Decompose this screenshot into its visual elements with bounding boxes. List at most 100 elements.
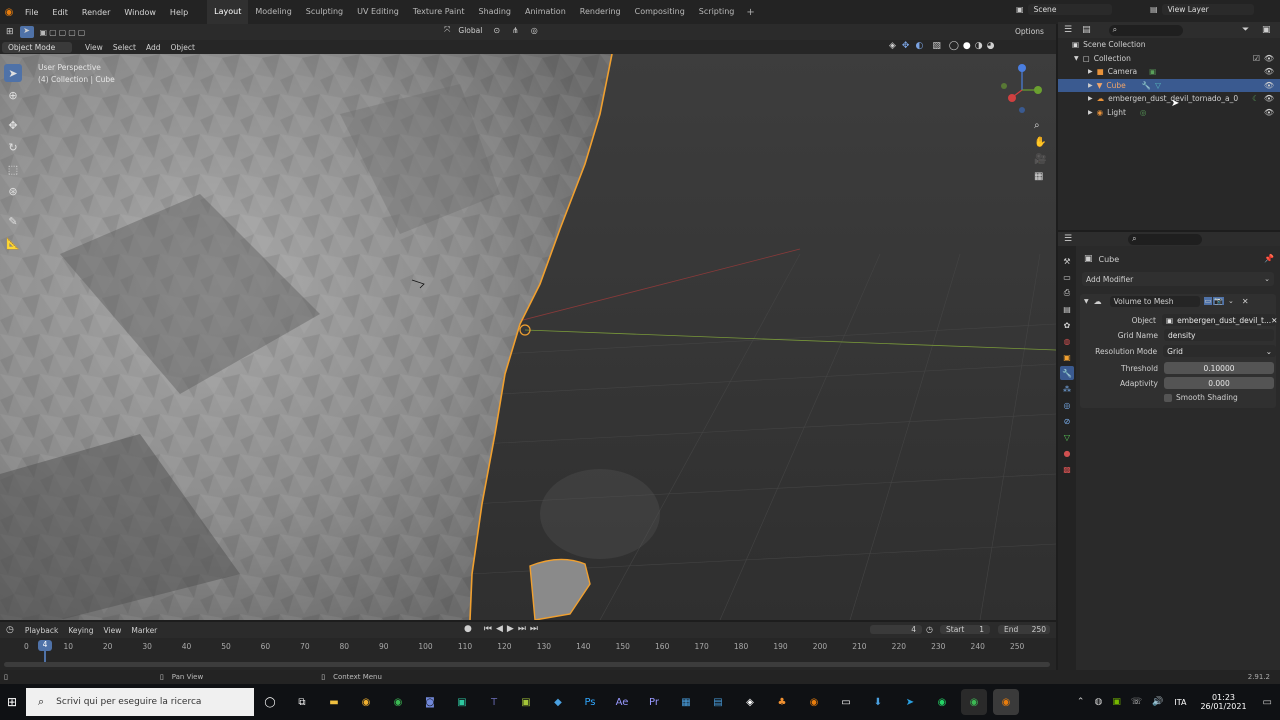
output-tab-icon[interactable]: ⎙ bbox=[1060, 286, 1074, 300]
snap-icon[interactable]: ⋔ bbox=[512, 26, 519, 35]
app-download-icon[interactable]: ⬇ bbox=[865, 689, 891, 715]
object-tab-icon[interactable]: ▣ bbox=[1060, 350, 1074, 364]
adaptivity-field[interactable]: 0.000 bbox=[1164, 377, 1274, 389]
unity-icon[interactable]: ◈ bbox=[737, 689, 763, 715]
properties-editor-icon[interactable]: ☰ bbox=[1058, 234, 1078, 244]
menu-edit[interactable]: Edit bbox=[45, 8, 75, 17]
outliner-item-cube[interactable]: ▶ ▼ Cube 🔧 ▽ 👁 bbox=[1058, 78, 1280, 92]
start-frame-field[interactable]: Start 1 bbox=[940, 625, 990, 634]
file-explorer-icon[interactable]: ▬ bbox=[321, 689, 347, 715]
tab-uv-editing[interactable]: UV Editing bbox=[350, 0, 406, 24]
volume-icon[interactable]: 🔊 bbox=[1152, 697, 1163, 707]
zoom-icon[interactable]: ⌕ bbox=[1034, 120, 1046, 131]
outliner-item-camera[interactable]: ▶ ■ Camera ▣ 👁 bbox=[1058, 65, 1280, 79]
tab-rendering[interactable]: Rendering bbox=[573, 0, 628, 24]
expand-icon[interactable]: ▶ bbox=[1088, 82, 1093, 89]
terminal-icon[interactable]: ▭ bbox=[833, 689, 859, 715]
prev-keyframe-icon[interactable]: ◀ bbox=[496, 624, 507, 634]
calculator-icon[interactable]: ▦ bbox=[673, 689, 699, 715]
expand-icon[interactable]: ▶ bbox=[1088, 109, 1093, 116]
texture-tab-icon[interactable]: ▩ bbox=[1060, 462, 1074, 476]
menu-help[interactable]: Help bbox=[163, 8, 195, 17]
select-mode-icons[interactable]: ▣▢▢▢▢ bbox=[40, 28, 88, 37]
rotate-tool-icon[interactable]: ↻ bbox=[4, 138, 22, 156]
material-shading-icon[interactable]: ◑ bbox=[975, 41, 983, 51]
tab-animation[interactable]: Animation bbox=[518, 0, 573, 24]
menu-object[interactable]: Object bbox=[165, 43, 199, 52]
chrome-canary-icon[interactable]: ◉ bbox=[353, 689, 379, 715]
scene-selector[interactable]: Scene bbox=[1027, 4, 1112, 15]
outliner-search-field[interactable]: ⌕ bbox=[1108, 24, 1183, 36]
scale-tool-icon[interactable]: ⬚ bbox=[4, 160, 22, 178]
notifications-icon[interactable]: ▭ bbox=[1263, 697, 1272, 708]
whatsapp-icon[interactable]: ◉ bbox=[929, 689, 955, 715]
eye-icon[interactable]: 👁 bbox=[1264, 81, 1274, 90]
annotate-tool-icon[interactable]: ✎ bbox=[4, 212, 22, 230]
navigation-gizmo[interactable] bbox=[996, 60, 1052, 116]
eye-icon[interactable]: 👁 bbox=[1264, 67, 1274, 76]
windows-start-icon[interactable]: ⊞ bbox=[0, 695, 24, 709]
pivot-icon[interactable]: ⊙ bbox=[493, 26, 500, 35]
tray-app-icon[interactable]: ◍ bbox=[1094, 697, 1102, 707]
render-tab-icon[interactable]: ▭ bbox=[1060, 270, 1074, 284]
discord-icon[interactable]: ◙ bbox=[417, 689, 443, 715]
cursor-tool-icon[interactable]: ⊕ bbox=[4, 86, 22, 104]
cortana-icon[interactable]: ◯ bbox=[257, 689, 283, 715]
new-collection-icon[interactable]: ▣ bbox=[1262, 25, 1271, 35]
pan-hand-icon[interactable]: ✋ bbox=[1034, 137, 1046, 148]
expand-icon[interactable]: ▶ bbox=[1088, 95, 1093, 102]
network-icon[interactable]: ☏ bbox=[1131, 697, 1142, 707]
editmode-toggle-icon[interactable]: ▭ bbox=[1203, 297, 1213, 305]
scene-collection-row[interactable]: ▣ Scene Collection bbox=[1058, 38, 1280, 52]
clock-icon[interactable]: ◷ bbox=[926, 625, 933, 634]
menu-view[interactable]: View bbox=[80, 43, 108, 52]
solid-shading-icon[interactable]: ● bbox=[963, 41, 971, 51]
object-mode-dropdown[interactable]: Object Mode bbox=[2, 41, 72, 53]
select-box-tool-icon[interactable]: ➤ bbox=[4, 64, 22, 82]
tab-scripting[interactable]: Scripting bbox=[692, 0, 742, 24]
next-keyframe-icon[interactable]: ⏭ bbox=[518, 624, 530, 634]
transform-tool-icon[interactable]: ⊛ bbox=[4, 182, 22, 200]
overlay-icon[interactable]: ◐ bbox=[915, 41, 923, 51]
menu-render[interactable]: Render bbox=[75, 8, 117, 17]
tab-compositing[interactable]: Compositing bbox=[628, 0, 692, 24]
task-view-icon[interactable]: ⧉ bbox=[289, 689, 315, 715]
timeline-scrollbar[interactable] bbox=[4, 662, 1050, 667]
teams-icon[interactable]: T bbox=[481, 689, 507, 715]
collection-row[interactable]: ▼ ▢ Collection ☑ 👁 bbox=[1058, 52, 1280, 66]
object-field[interactable]: ▣ embergen_dust_devil_t... ✕ bbox=[1162, 314, 1277, 326]
menu-keying[interactable]: Keying bbox=[63, 626, 98, 635]
taskbar-search-box[interactable]: ⌕ Scrivi qui per eseguire la ricerca bbox=[26, 688, 254, 716]
outliner-editor-icon[interactable]: ☰ bbox=[1058, 25, 1078, 35]
3d-viewport[interactable]: User Perspective (4) Collection | Cube ➤… bbox=[0, 54, 1056, 620]
properties-search-field[interactable]: ⌕ bbox=[1128, 233, 1203, 245]
clear-icon[interactable]: ✕ bbox=[1271, 316, 1277, 325]
after-effects-icon[interactable]: Ae bbox=[609, 689, 635, 715]
jump-end-icon[interactable]: ⏭ bbox=[530, 624, 542, 634]
display-mode-icon[interactable]: ▤ bbox=[1078, 25, 1095, 35]
world-tab-icon[interactable]: ◍ bbox=[1060, 334, 1074, 348]
xray-icon[interactable]: ▧ bbox=[932, 41, 941, 51]
pin-icon[interactable]: 📌 bbox=[1264, 254, 1274, 263]
modifier-menu-chevron-icon[interactable]: ⌄ bbox=[1228, 297, 1234, 305]
calendar-icon[interactable]: ▤ bbox=[705, 689, 731, 715]
measure-tool-icon[interactable]: 📐 bbox=[4, 234, 22, 252]
menu-marker[interactable]: Marker bbox=[126, 626, 162, 635]
premiere-icon[interactable]: Pr bbox=[641, 689, 667, 715]
threshold-field[interactable]: 0.10000 bbox=[1164, 362, 1274, 374]
scene-icon[interactable]: ▣ bbox=[1016, 5, 1024, 14]
current-frame-field[interactable]: 4 bbox=[870, 625, 922, 634]
view-layer-tab-icon[interactable]: ▤ bbox=[1060, 302, 1074, 316]
camera-view-icon[interactable]: 🎥 bbox=[1034, 154, 1046, 165]
expand-icon[interactable]: ▼ bbox=[1074, 55, 1079, 62]
select-tool-icon[interactable]: ➤ bbox=[19, 26, 34, 38]
constraints-tab-icon[interactable]: ⊘ bbox=[1060, 414, 1074, 428]
visibility-icon[interactable]: ◈ bbox=[889, 41, 896, 51]
modifier-tab-icon[interactable]: 🔧 bbox=[1060, 366, 1074, 380]
outliner-item-light[interactable]: ▶ ◉ Light ◎ 👁 bbox=[1058, 106, 1280, 120]
telegram-icon[interactable]: ➤ bbox=[897, 689, 923, 715]
timeline-editor-icon[interactable]: ◷ bbox=[0, 625, 20, 635]
physics-tab-icon[interactable]: ◎ bbox=[1060, 398, 1074, 412]
chrome-icon[interactable]: ◉ bbox=[385, 689, 411, 715]
tool-tab-icon[interactable]: ⚒ bbox=[1060, 254, 1074, 268]
